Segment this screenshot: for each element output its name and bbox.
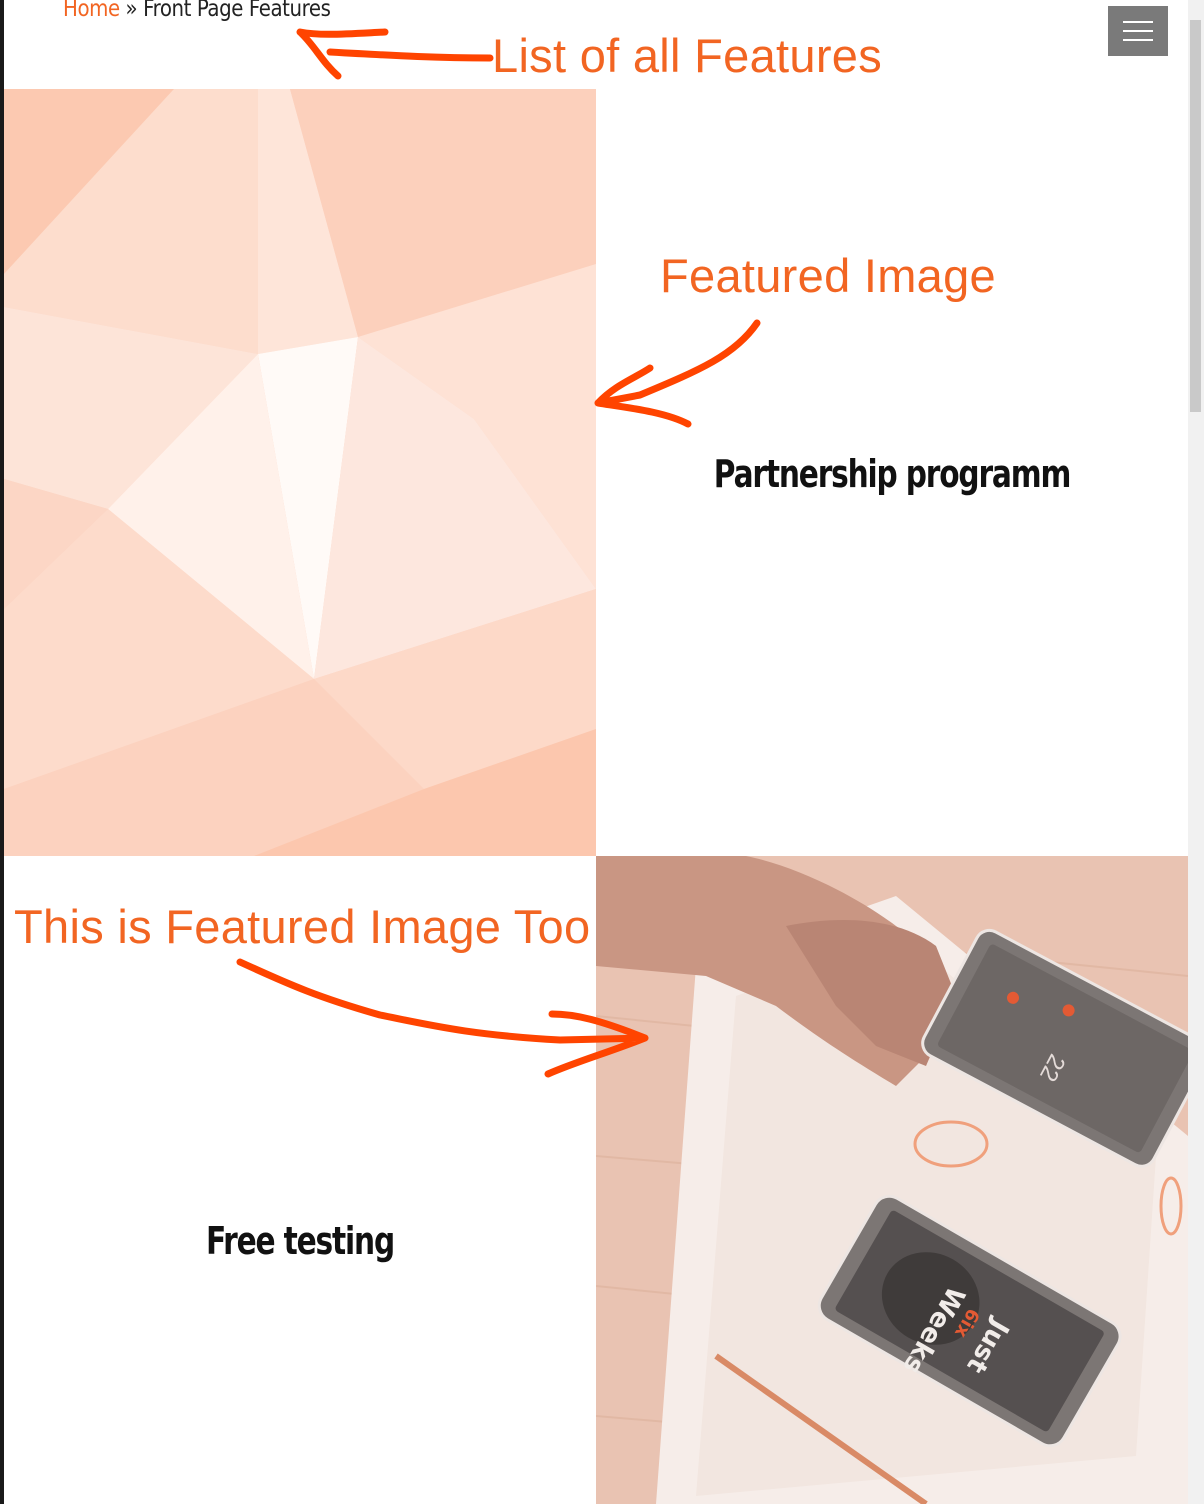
featured-image-free-testing[interactable]: 22 Just 6ix Weeks <box>596 856 1188 1504</box>
annotation-list-of-features: List of all Features <box>492 29 883 82</box>
breadcrumb-separator: » <box>125 0 138 22</box>
annotation-featured-image-too: This is Featured Image Too <box>14 900 591 953</box>
annotation-featured-image: Featured Image <box>660 249 996 302</box>
feature-title-free-testing[interactable]: Free testing <box>69 1219 531 1263</box>
abstract-polygon-image <box>4 89 596 856</box>
featured-image-partnership[interactable] <box>4 89 596 856</box>
breadcrumb-current: Front Page Features <box>143 0 331 22</box>
arrow-to-featured-image-too <box>236 958 649 1078</box>
arrow-to-breadcrumb <box>296 28 494 80</box>
menu-toggle-button[interactable] <box>1108 6 1168 56</box>
feature-title-partnership[interactable]: Partnership programm <box>661 452 1123 496</box>
breadcrumb: Home » Front Page Features <box>63 0 331 22</box>
breadcrumb-home-link[interactable]: Home <box>63 0 120 22</box>
scrollbar-thumb[interactable] <box>1190 20 1201 412</box>
arrow-to-featured-image <box>594 319 761 428</box>
phones-on-desk-image: 22 Just 6ix Weeks <box>596 856 1188 1504</box>
